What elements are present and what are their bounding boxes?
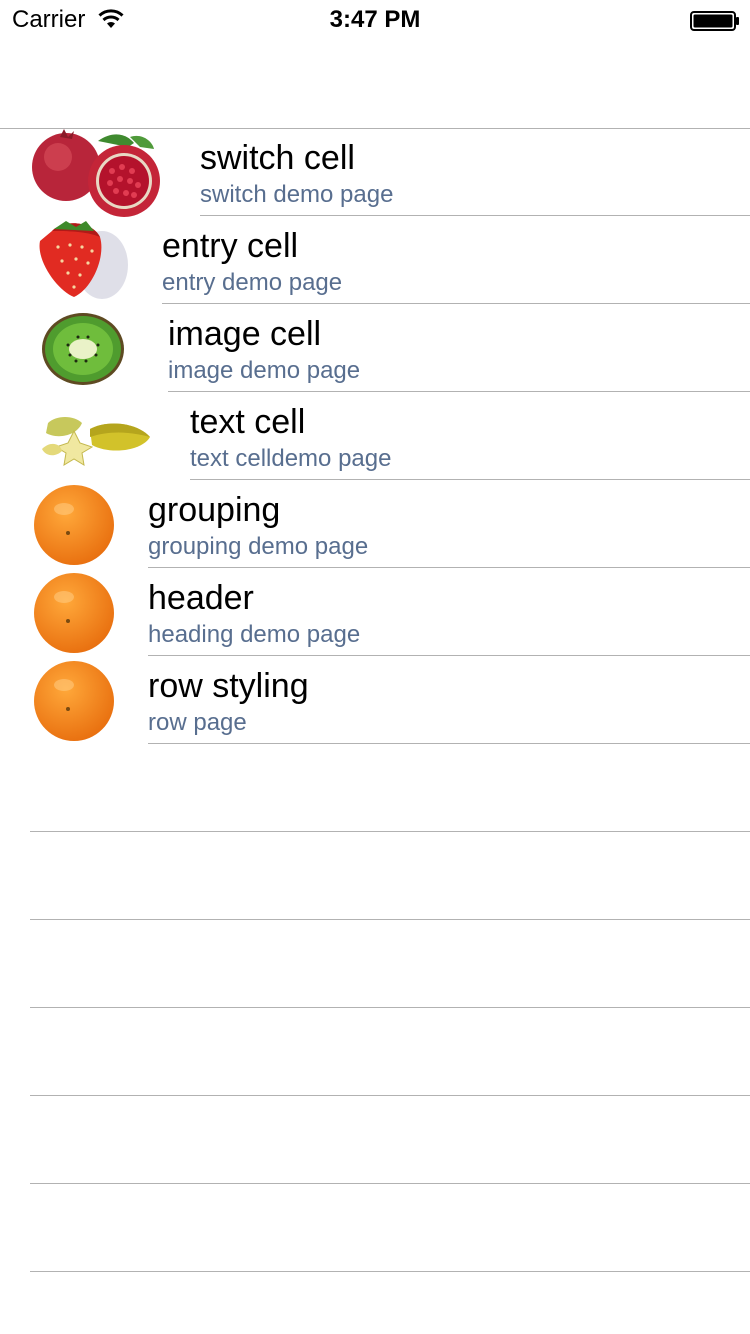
strawberry-icon — [39, 221, 128, 299]
table-row[interactable]: entry cell entry demo page — [0, 217, 750, 305]
row-separator — [168, 391, 750, 392]
row-subtitle: image demo page — [168, 357, 361, 384]
status-time: 3:47 PM — [329, 6, 421, 33]
row-subtitle: switch demo page — [200, 181, 394, 208]
empty-row-separator — [30, 1183, 750, 1184]
empty-row-separator — [30, 831, 750, 832]
row-subtitle: grouping demo page — [148, 533, 369, 560]
table-row[interactable]: grouping grouping demo page — [0, 481, 750, 569]
row-title: grouping — [148, 491, 281, 529]
row-title: entry cell — [162, 227, 299, 265]
row-separator — [200, 215, 750, 216]
row-title: image cell — [168, 315, 322, 353]
row-subtitle: entry demo page — [162, 269, 343, 296]
row-separator — [148, 567, 750, 568]
row-subtitle: heading demo page — [148, 621, 361, 648]
row-separator — [148, 655, 750, 656]
row-separator — [190, 479, 750, 480]
navigation-bar — [0, 40, 750, 128]
pomegranate-icon — [32, 129, 160, 217]
status-bar: Carrier 3:47 PM — [0, 0, 750, 40]
table-row[interactable]: switch cell switch demo page — [0, 129, 750, 217]
row-subtitle: row page — [148, 709, 247, 736]
empty-row-separator — [30, 1007, 750, 1008]
table-row[interactable]: header heading demo page — [0, 569, 750, 657]
battery-icon — [690, 11, 739, 31]
empty-row-separator — [30, 919, 750, 920]
starfruit-icon — [42, 417, 150, 466]
row-separator — [162, 303, 750, 304]
table-row[interactable]: text cell text celldemo page — [0, 393, 750, 481]
row-subtitle: text celldemo page — [190, 445, 392, 472]
kiwi-icon — [42, 313, 124, 385]
empty-row-separator — [30, 1271, 750, 1272]
empty-row-separator — [30, 1095, 750, 1096]
table-row[interactable]: row styling row page — [0, 657, 750, 745]
row-title: row styling — [148, 667, 309, 705]
table-row[interactable]: image cell image demo page — [0, 305, 750, 393]
row-title: switch cell — [200, 139, 355, 177]
row-title: header — [148, 579, 254, 617]
row-title: text cell — [190, 403, 306, 441]
row-separator — [148, 743, 750, 744]
